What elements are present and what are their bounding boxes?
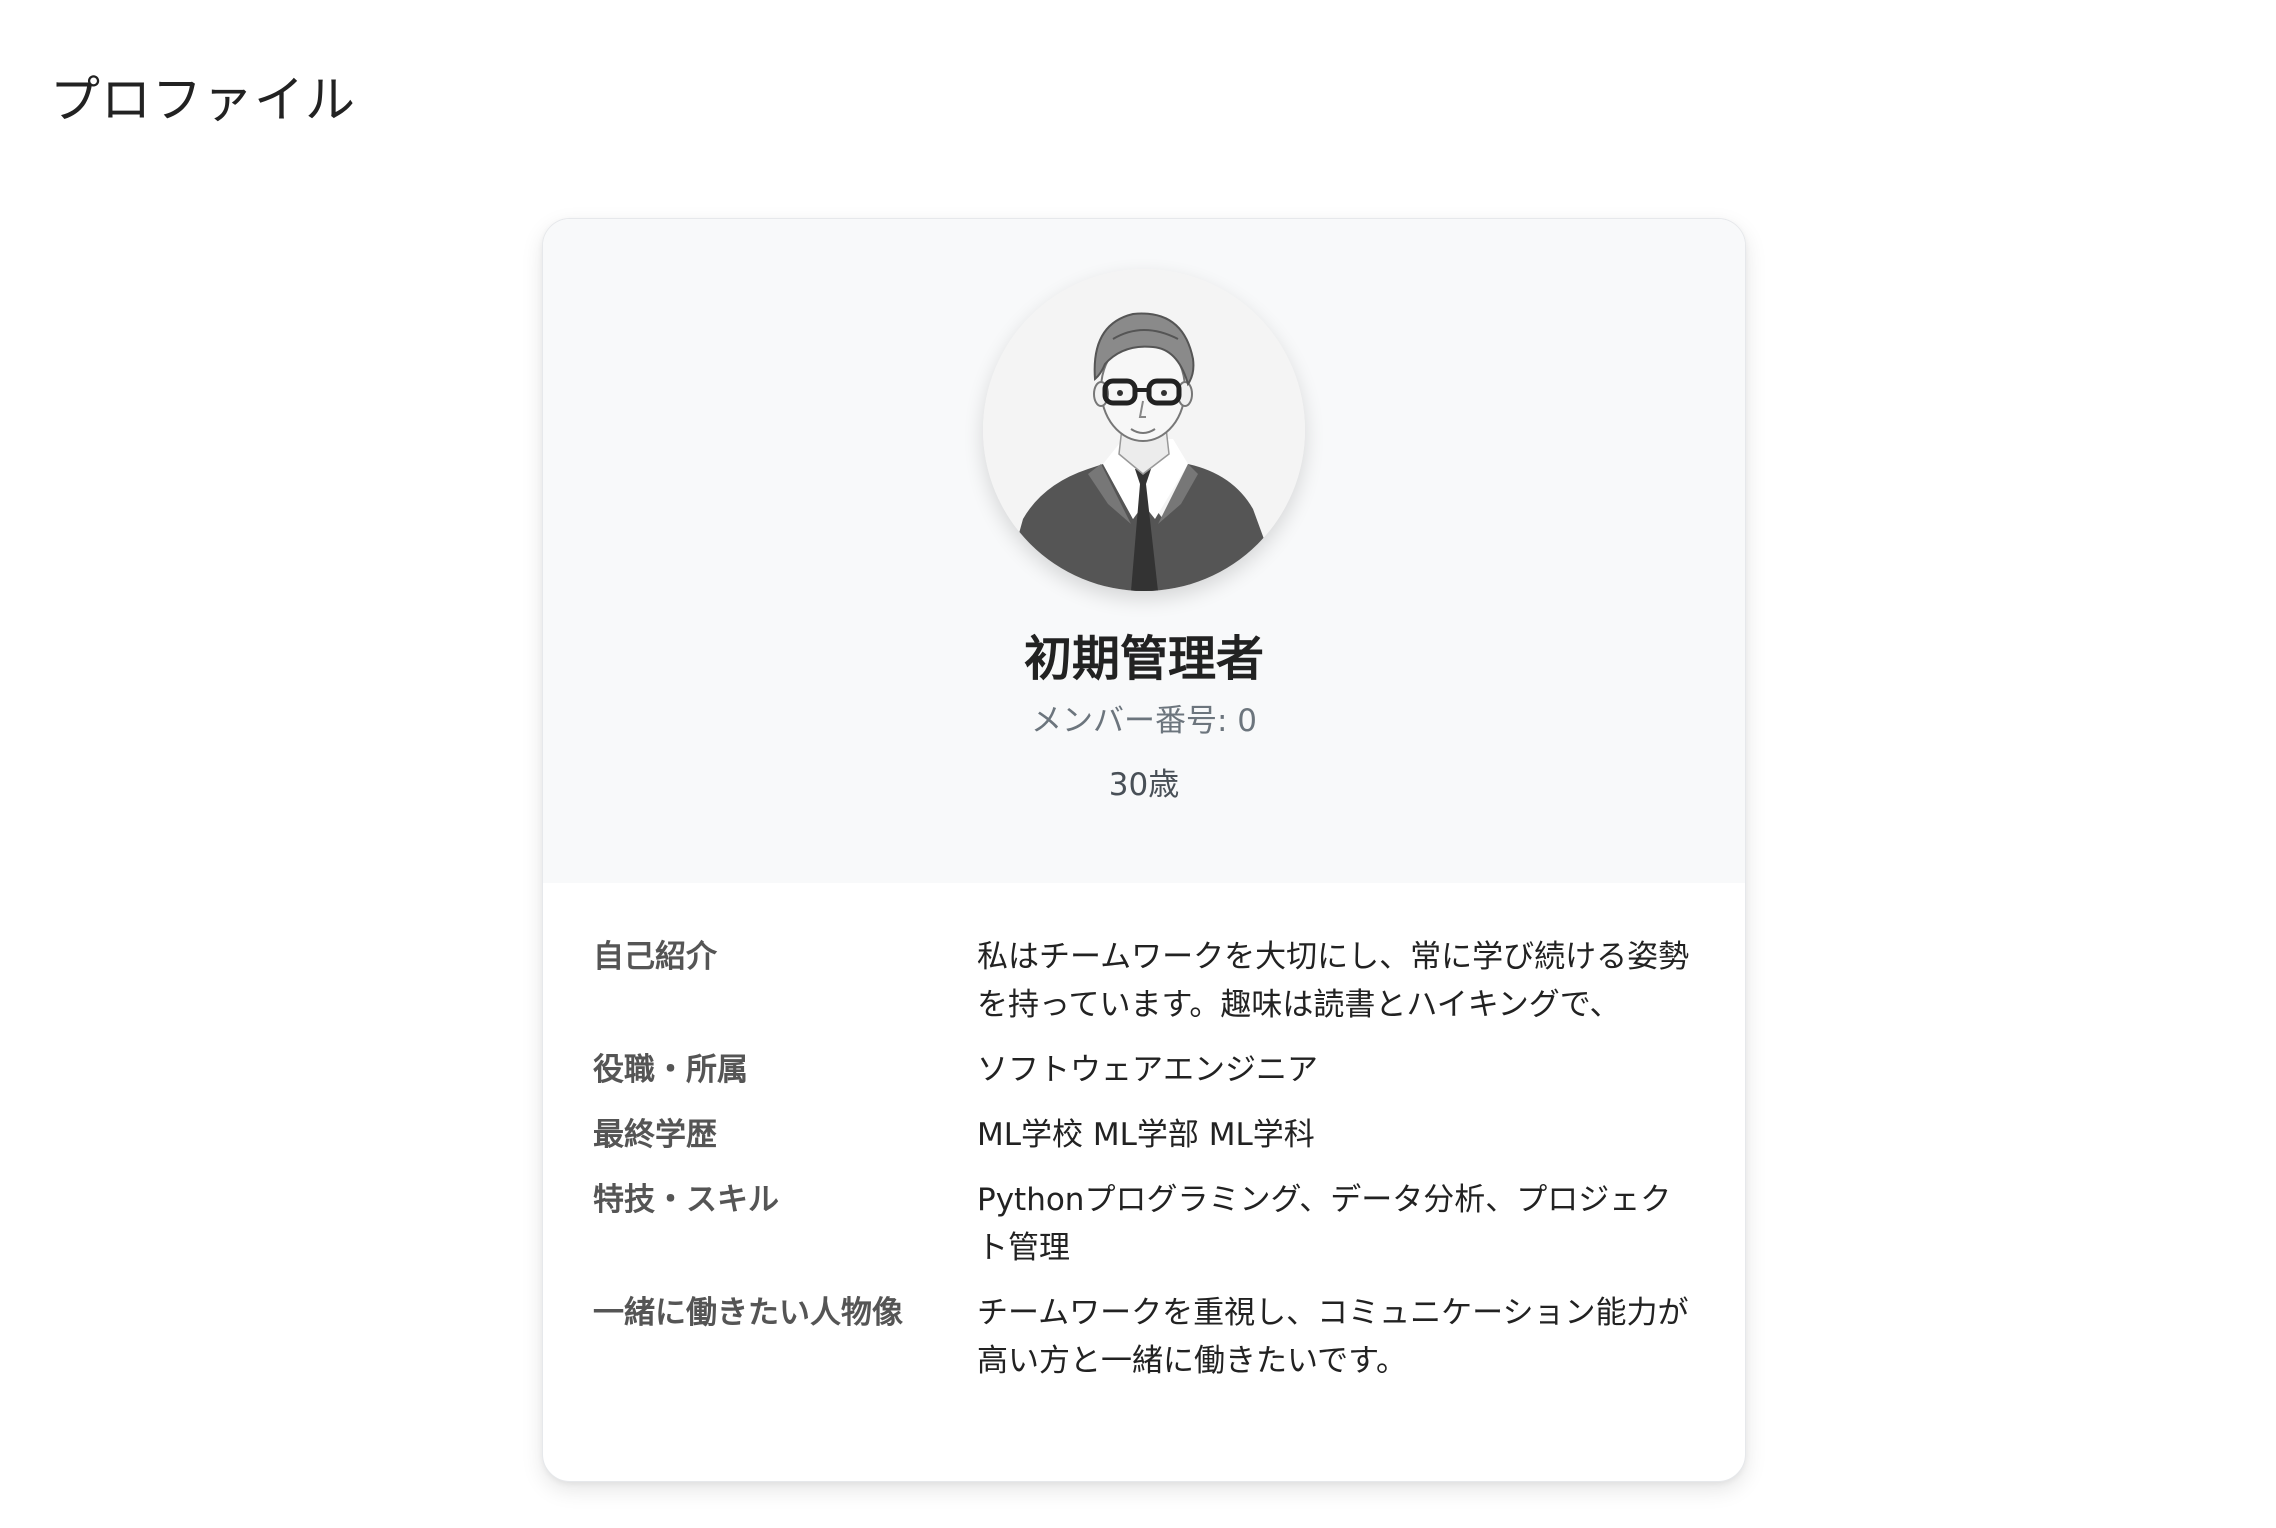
avatar <box>983 269 1305 591</box>
avatar-illustration-icon <box>983 269 1305 591</box>
detail-row-introduction: 自己紹介 私はチームワークを大切にし、常に学び続ける姿勢を持っています。趣味は読… <box>593 933 1703 1029</box>
detail-value: ソフトウェアエンジニア <box>977 1052 1318 1088</box>
detail-label: 役職・所属 <box>593 1052 748 1088</box>
profile-card-header: 初期管理者 メンバー番号: 0 30歳 <box>543 219 1745 883</box>
detail-label: 一緒に働きたい人物像 <box>593 1295 903 1331</box>
detail-label: 自己紹介 <box>593 939 717 975</box>
profile-age: 30歳 <box>1108 767 1180 803</box>
detail-value: 私はチームワークを大切にし、常に学び続ける姿勢を持っています。趣味は読書とハイキ… <box>977 939 1690 1023</box>
detail-row-position: 役職・所属 ソフトウェアエンジニア <box>593 1046 1703 1094</box>
detail-row-ideal-colleague: 一緒に働きたい人物像 チームワークを重視し、コミュニケーション能力が高い方と一緒… <box>593 1289 1703 1385</box>
detail-row-skills: 特技・スキル Pythonプログラミング、データ分析、プロジェクト管理 <box>593 1176 1703 1272</box>
profile-details: 自己紹介 私はチームワークを大切にし、常に学び続ける姿勢を持っています。趣味は読… <box>593 933 1703 1402</box>
detail-value: チームワークを重視し、コミュニケーション能力が高い方と一緒に働きたいです。 <box>977 1295 1689 1379</box>
page-title: プロファイル <box>50 71 356 129</box>
profile-name: 初期管理者 <box>1023 631 1264 687</box>
profile-card: 初期管理者 メンバー番号: 0 30歳 自己紹介 私はチームワークを大切にし、常… <box>542 218 1746 1482</box>
detail-value: ML学校 ML学部 ML学科 <box>977 1117 1315 1153</box>
detail-label: 最終学歴 <box>593 1117 717 1153</box>
detail-label: 特技・スキル <box>593 1182 779 1218</box>
detail-row-education: 最終学歴 ML学校 ML学部 ML学科 <box>593 1111 1703 1159</box>
detail-value: Pythonプログラミング、データ分析、プロジェクト管理 <box>977 1182 1672 1266</box>
member-number: メンバー番号: 0 <box>1030 703 1258 739</box>
